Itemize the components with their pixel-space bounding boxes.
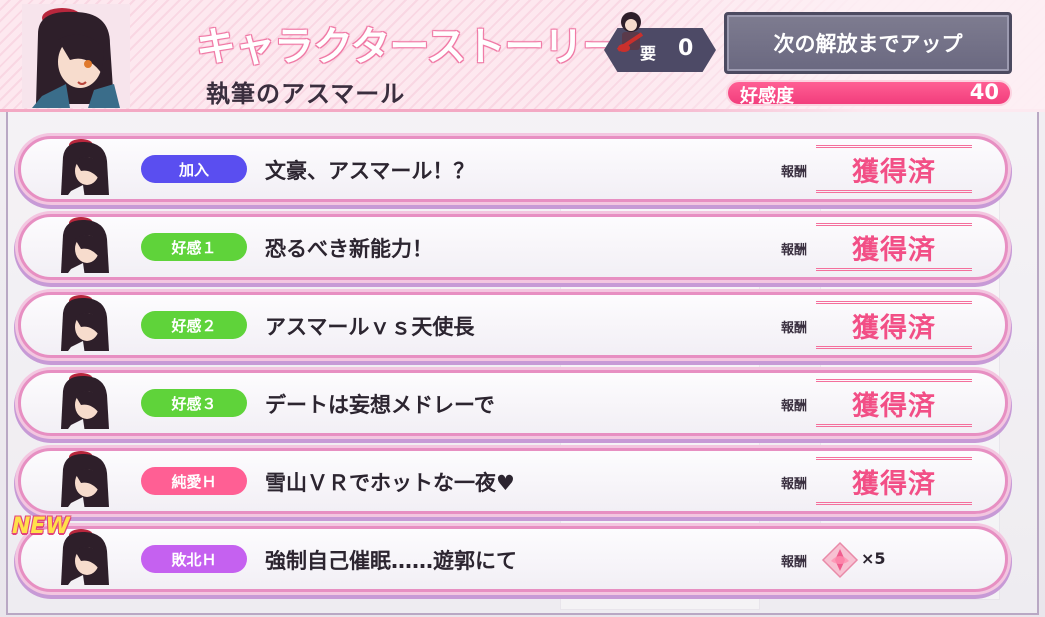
story-badge: 純愛Ｈ bbox=[141, 467, 247, 495]
reward-label: 報酬 bbox=[781, 477, 808, 492]
reward-acquired-stamp: 獲得済 bbox=[816, 379, 972, 427]
reward-acquired-stamp: 獲得済 bbox=[816, 457, 972, 505]
character-avatar-icon bbox=[61, 451, 109, 511]
story-row-3[interactable]: 好感２ アスマールｖｓ天使長 報酬 獲得済 bbox=[18, 292, 1008, 358]
reward-label: 報酬 bbox=[781, 243, 808, 258]
reward-acquired-stamp: 獲得済 bbox=[816, 301, 972, 349]
story-badge: 敗北Ｈ bbox=[141, 545, 247, 573]
reward-label: 報酬 bbox=[781, 165, 808, 180]
new-badge: NEW bbox=[12, 514, 70, 539]
screen-title: キャラクターストーリー bbox=[196, 24, 622, 70]
story-row-2[interactable]: 好感１ 恐るべき新能力！ 報酬 獲得済 bbox=[18, 214, 1008, 280]
story-badge: 好感３ bbox=[141, 389, 247, 417]
story-badge: 好感２ bbox=[141, 311, 247, 339]
story-row-1[interactable]: 加入 文豪、アスマール！？ 報酬 獲得済 bbox=[18, 136, 1008, 202]
character-name: 執筆のアスマール bbox=[206, 80, 406, 108]
story-title: 文豪、アスマール！？ bbox=[265, 159, 475, 183]
character-avatar-icon bbox=[61, 295, 109, 355]
reward-acquired-stamp: 獲得済 bbox=[816, 145, 972, 193]
story-badge: 加入 bbox=[141, 155, 247, 183]
requirement-label: 要 bbox=[640, 44, 657, 63]
reward-acquired-stamp: 獲得済 bbox=[816, 223, 972, 271]
story-title: 雪山ＶＲでホットな一夜♥ bbox=[265, 471, 515, 495]
story-title: 恐るべき新能力！ bbox=[265, 237, 433, 261]
story-title: デートは妄想メドレーで bbox=[265, 393, 495, 417]
affinity-value: 40 bbox=[969, 80, 999, 104]
story-row-6[interactable]: 敗北Ｈ 強制自己催眠……遊郭にて 報酬 ×5 bbox=[18, 526, 1008, 592]
requirement-value: 0 bbox=[678, 36, 694, 61]
character-avatar-icon bbox=[61, 139, 109, 199]
character-avatar-icon bbox=[61, 373, 109, 433]
character-avatar-icon bbox=[61, 217, 109, 277]
story-title: 強制自己催眠……遊郭にて bbox=[265, 549, 517, 573]
reward-label: 報酬 bbox=[781, 399, 808, 414]
reward-label: 報酬 bbox=[781, 555, 808, 570]
reward-label: 報酬 bbox=[781, 321, 808, 336]
character-portrait-icon bbox=[22, 4, 130, 108]
story-title: アスマールｖｓ天使長 bbox=[265, 315, 475, 339]
reward-count: ×5 bbox=[861, 549, 886, 568]
story-badge: 好感１ bbox=[141, 233, 247, 261]
character-story-screen: キャラクターストーリー 執筆のアスマール 要 0 次の解放までアップ 好感度 4… bbox=[0, 0, 1045, 617]
crystal-gem-icon bbox=[821, 541, 859, 579]
story-row-4[interactable]: 好感３ デートは妄想メドレーで 報酬 獲得済 bbox=[18, 370, 1008, 436]
affinity-label: 好感度 bbox=[740, 86, 794, 107]
story-row-5[interactable]: 純愛Ｈ 雪山ＶＲでホットな一夜♥ 報酬 獲得済 bbox=[18, 448, 1008, 514]
unlock-next-button[interactable]: 次の解放までアップ bbox=[724, 12, 1012, 74]
